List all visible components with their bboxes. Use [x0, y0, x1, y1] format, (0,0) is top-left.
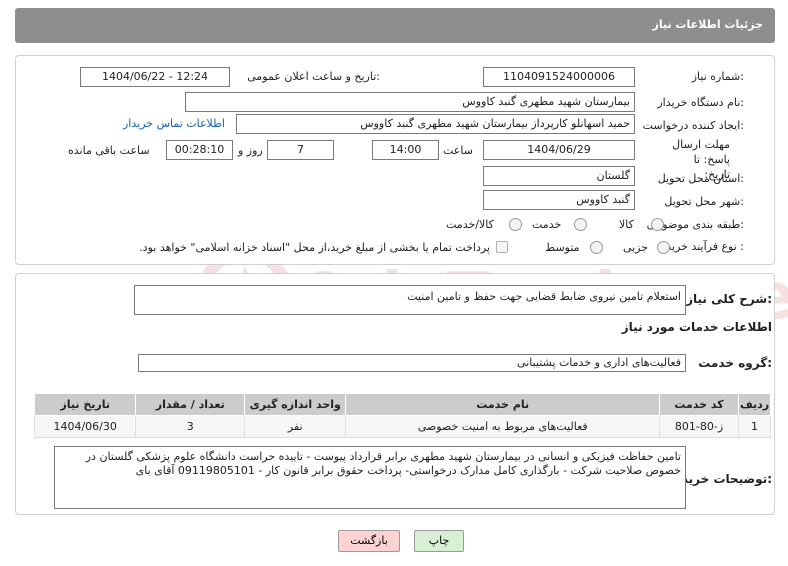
- cell-row: 1: [738, 415, 771, 438]
- services-table: ردیف کد خدمت نام خدمت واحد اندازه گیری ت…: [33, 393, 771, 438]
- province-label: استان محل تحویل:: [657, 172, 744, 185]
- process-option-minor: جزیی: [623, 241, 649, 254]
- city-field: گنبد کاووس: [483, 190, 635, 210]
- category-option-goods-service: کالا/خدمت: [446, 218, 494, 231]
- days-label: روز و: [238, 144, 263, 157]
- remaining-time-field: 00:28:10: [166, 140, 233, 160]
- process-radio-minor[interactable]: [657, 241, 670, 254]
- cell-need-date: 1404/06/30: [33, 415, 137, 438]
- category-option-goods: کالا: [619, 218, 634, 231]
- col-service-name: نام خدمت: [345, 393, 660, 416]
- days-field: 7: [267, 140, 334, 160]
- city-label: شهر محل تحویل:: [664, 195, 744, 208]
- category-radio-service[interactable]: [574, 218, 587, 231]
- buyer-contact-link[interactable]: اطلاعات تماس خریدار: [123, 117, 225, 130]
- col-quantity: تعداد / مقدار: [135, 393, 246, 416]
- need-number-field: 1104091524000006: [483, 67, 635, 87]
- cell-unit: نفر: [244, 415, 347, 438]
- announce-label: تاریخ و ساعت اعلان عمومی:: [247, 70, 380, 83]
- page-header: جزئیات اطلاعات نیاز: [15, 8, 775, 43]
- buyer-org-field: بیمارستان شهید مطهری گنبد کاووس: [185, 92, 635, 112]
- col-service-code: کد خدمت: [658, 393, 740, 416]
- process-option-medium: متوسط: [545, 241, 580, 254]
- table-row: 1 ز-80-801 فعالیت‌های مربوط به امنیت خصو…: [33, 415, 771, 438]
- buyer-org-label: نام دستگاه خریدار:: [657, 96, 744, 109]
- summary-field: استعلام تامین نیروی ضابط قضایی جهت حفظ و…: [134, 285, 686, 315]
- cell-service-code: ز-80-801: [658, 415, 740, 438]
- service-group-field: فعالیت‌های اداری و خدمات پشتیبانی: [138, 354, 686, 372]
- col-row: ردیف: [738, 393, 771, 416]
- announce-field: 1404/06/22 - 12:24: [80, 67, 230, 87]
- buyer-notes-field: تامین حفاظت فیزیکی و انسانی در بیمارستان…: [54, 446, 686, 509]
- return-button[interactable]: بازگشت: [338, 530, 400, 552]
- services-table-header: ردیف کد خدمت نام خدمت واحد اندازه گیری ت…: [33, 393, 771, 416]
- creator-field: حمید اسهانلو کارپرداز بیمارستان شهید مطه…: [236, 114, 635, 134]
- col-need-date: تاریخ نیاز: [33, 393, 137, 416]
- cell-quantity: 3: [135, 415, 246, 438]
- page-title: جزئیات اطلاعات نیاز: [652, 18, 764, 31]
- category-radio-goods-service[interactable]: [509, 218, 522, 231]
- remaining-time-label: ساعت باقی مانده: [68, 144, 150, 157]
- category-radio-goods[interactable]: [651, 218, 664, 231]
- cell-service-name: فعالیت‌های مربوط به امنیت خصوصی: [345, 415, 660, 438]
- treasury-payment-checkbox[interactable]: [496, 241, 508, 253]
- process-type-label: نوع فرآیند خرید :: [666, 240, 744, 253]
- col-unit: واحد اندازه گیری: [244, 393, 347, 416]
- province-field: گلستان: [483, 166, 635, 186]
- print-button[interactable]: چاپ: [414, 530, 464, 552]
- process-radio-medium[interactable]: [590, 241, 603, 254]
- summary-label: شرح کلی نیاز:: [686, 292, 772, 306]
- treasury-payment-note: پرداخت تمام یا بخشی از مبلغ خرید،از محل …: [139, 241, 490, 254]
- service-group-label: گروه خدمت:: [698, 356, 772, 370]
- need-number-label: شماره نیاز:: [691, 70, 744, 83]
- deadline-time-label: ساعت: [443, 144, 473, 157]
- deadline-date-field: 1404/06/29: [483, 140, 635, 160]
- services-section-title: اطلاعات خدمات مورد نیاز: [621, 320, 772, 334]
- creator-label: ایجاد کننده درخواست:: [642, 119, 744, 132]
- deadline-time-field: 14:00: [372, 140, 439, 160]
- category-option-service: خدمت: [532, 218, 562, 231]
